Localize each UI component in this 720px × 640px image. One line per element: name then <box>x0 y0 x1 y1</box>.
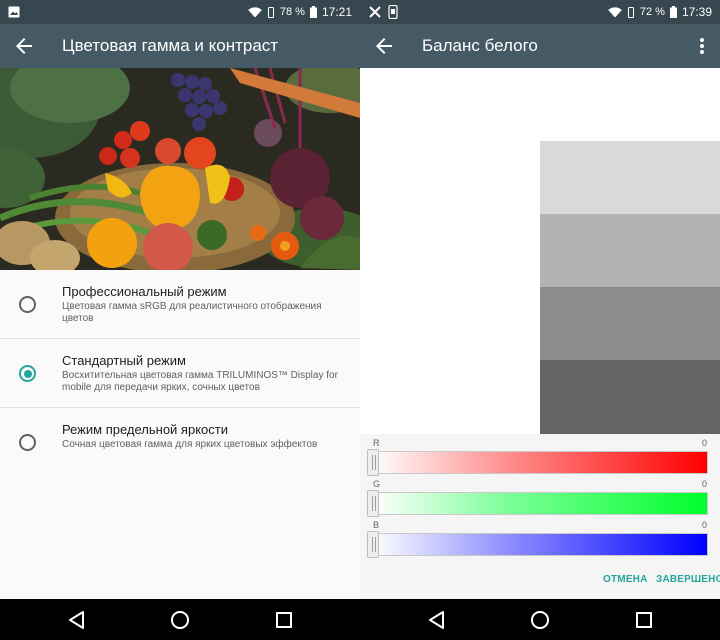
slider-value-g: 0 <box>701 479 707 489</box>
option-description: Цветовая гамма sRGB для реалистичного от… <box>62 301 322 324</box>
slider-label-b: B <box>373 520 380 530</box>
color-mode-list: Профессиональный режим Цветовая гамма sR… <box>0 270 360 477</box>
app-bar: Цветовая гамма и контраст <box>0 24 360 68</box>
nav-recent-icon[interactable] <box>273 609 295 631</box>
nav-home-icon[interactable] <box>529 609 551 631</box>
battery-percent: 72 % <box>639 6 665 18</box>
radio-button[interactable] <box>19 296 36 313</box>
arrow-left-icon[interactable] <box>12 34 36 58</box>
cancel-button[interactable]: ОТМЕНА <box>603 574 648 585</box>
gallery-notification-icon <box>8 6 20 18</box>
tools-notification-icon <box>369 6 381 18</box>
gray-swatch-1 <box>540 141 720 214</box>
gray-swatch-3 <box>540 287 720 360</box>
white-balance-screen: 72 % 17:39 Баланс белого R 0 G 0 B 0 ОТМ… <box>360 0 720 640</box>
green-slider-thumb[interactable] <box>367 490 379 517</box>
gray-swatch-4 <box>540 360 720 434</box>
app-bar: Баланс белого <box>360 24 720 68</box>
blue-slider-thumb[interactable] <box>367 531 379 558</box>
vibrate-icon <box>627 6 634 18</box>
nav-back-icon[interactable] <box>66 609 88 631</box>
nav-recent-icon[interactable] <box>633 609 655 631</box>
option-title: Стандартный режим <box>62 353 186 368</box>
radio-button-selected[interactable] <box>19 365 36 382</box>
page-title: Цветовая гамма и контраст <box>62 36 279 55</box>
done-button[interactable]: ЗАВЕРШЕНО <box>656 574 720 585</box>
status-bar: 78 % 17:21 <box>0 0 360 24</box>
red-slider-thumb[interactable] <box>367 449 379 476</box>
radio-button[interactable] <box>19 434 36 451</box>
slider-value-b: 0 <box>701 520 707 530</box>
wifi-icon <box>608 6 622 17</box>
slider-label-r: R <box>373 438 380 448</box>
navigation-bar <box>360 599 720 640</box>
color-gamut-screen: 78 % 17:21 Цветовая гамма и контраст Про… <box>0 0 360 640</box>
battery-icon <box>669 6 677 18</box>
blue-slider[interactable] <box>371 533 708 556</box>
rgb-controls: R 0 G 0 B 0 ОТМЕНА ЗАВЕРШЕНО <box>360 434 720 599</box>
gray-swatch-2 <box>540 214 720 287</box>
nav-back-icon[interactable] <box>426 609 448 631</box>
more-vert-icon[interactable] <box>694 34 710 58</box>
list-item-professional-mode[interactable]: Профессиональный режим Цветовая гамма sR… <box>0 270 360 339</box>
option-description: Сочная цветовая гамма для ярких цветовых… <box>62 439 318 450</box>
page-title: Баланс белого <box>422 36 538 55</box>
slider-label-g: G <box>373 479 381 489</box>
option-description: Восхитительная цветовая гамма TRILUMINOS… <box>62 370 338 393</box>
clock: 17:21 <box>321 5 352 19</box>
status-bar: 72 % 17:39 <box>360 0 720 24</box>
list-item-standard-mode[interactable]: Стандартный режим Восхитительная цветова… <box>0 339 360 408</box>
navigation-bar <box>0 599 360 640</box>
battery-percent: 78 % <box>279 6 305 18</box>
clock: 17:39 <box>681 5 712 19</box>
nav-home-icon[interactable] <box>169 609 191 631</box>
battery-icon <box>309 6 317 18</box>
arrow-left-icon[interactable] <box>372 34 396 58</box>
vibrate-icon <box>267 6 274 18</box>
option-title: Профессиональный режим <box>62 284 227 299</box>
white-balance-preview <box>360 68 720 434</box>
vegetables-photo <box>0 68 360 270</box>
device-notification-icon <box>388 5 398 19</box>
option-title: Режим предельной яркости <box>62 422 228 437</box>
slider-value-r: 0 <box>701 438 707 448</box>
red-slider[interactable] <box>371 451 708 474</box>
list-item-max-brightness-mode[interactable]: Режим предельной яркости Сочная цветовая… <box>0 408 360 477</box>
wifi-icon <box>248 6 262 17</box>
green-slider[interactable] <box>371 492 708 515</box>
